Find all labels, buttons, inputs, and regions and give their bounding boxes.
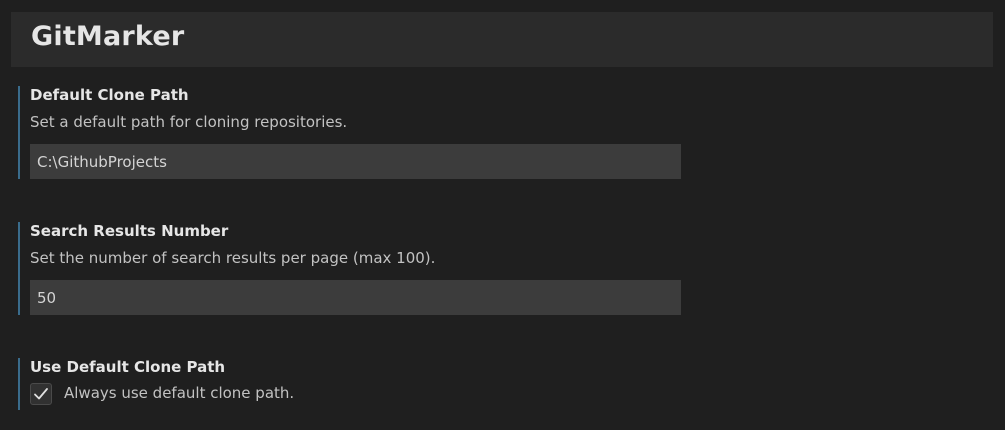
search-results-number-input[interactable] <box>30 280 681 315</box>
setting-accent-bar <box>18 222 20 315</box>
settings-header: GitMarker <box>11 12 993 67</box>
setting-description: Set a default path for cloning repositor… <box>30 113 348 131</box>
setting-description: Set the number of search results per pag… <box>30 249 436 267</box>
setting-title: Default Clone Path <box>30 86 189 104</box>
checkbox-label[interactable]: Always use default clone path. <box>64 384 294 402</box>
setting-use-default-clone-path: Use Default Clone Path Always use defaul… <box>18 358 718 410</box>
settings-page: GitMarker Default Clone Path Set a defau… <box>0 0 1005 430</box>
default-clone-path-input[interactable] <box>30 144 681 179</box>
check-icon <box>34 388 48 400</box>
setting-title: Search Results Number <box>30 222 229 240</box>
use-default-clone-path-checkbox[interactable] <box>30 383 52 405</box>
setting-accent-bar <box>18 358 20 410</box>
page-title: GitMarker <box>31 21 185 52</box>
setting-title: Use Default Clone Path <box>30 358 226 376</box>
setting-default-clone-path: Default Clone Path Set a default path fo… <box>18 86 718 179</box>
setting-accent-bar <box>18 86 20 179</box>
setting-search-results-number: Search Results Number Set the number of … <box>18 222 718 315</box>
